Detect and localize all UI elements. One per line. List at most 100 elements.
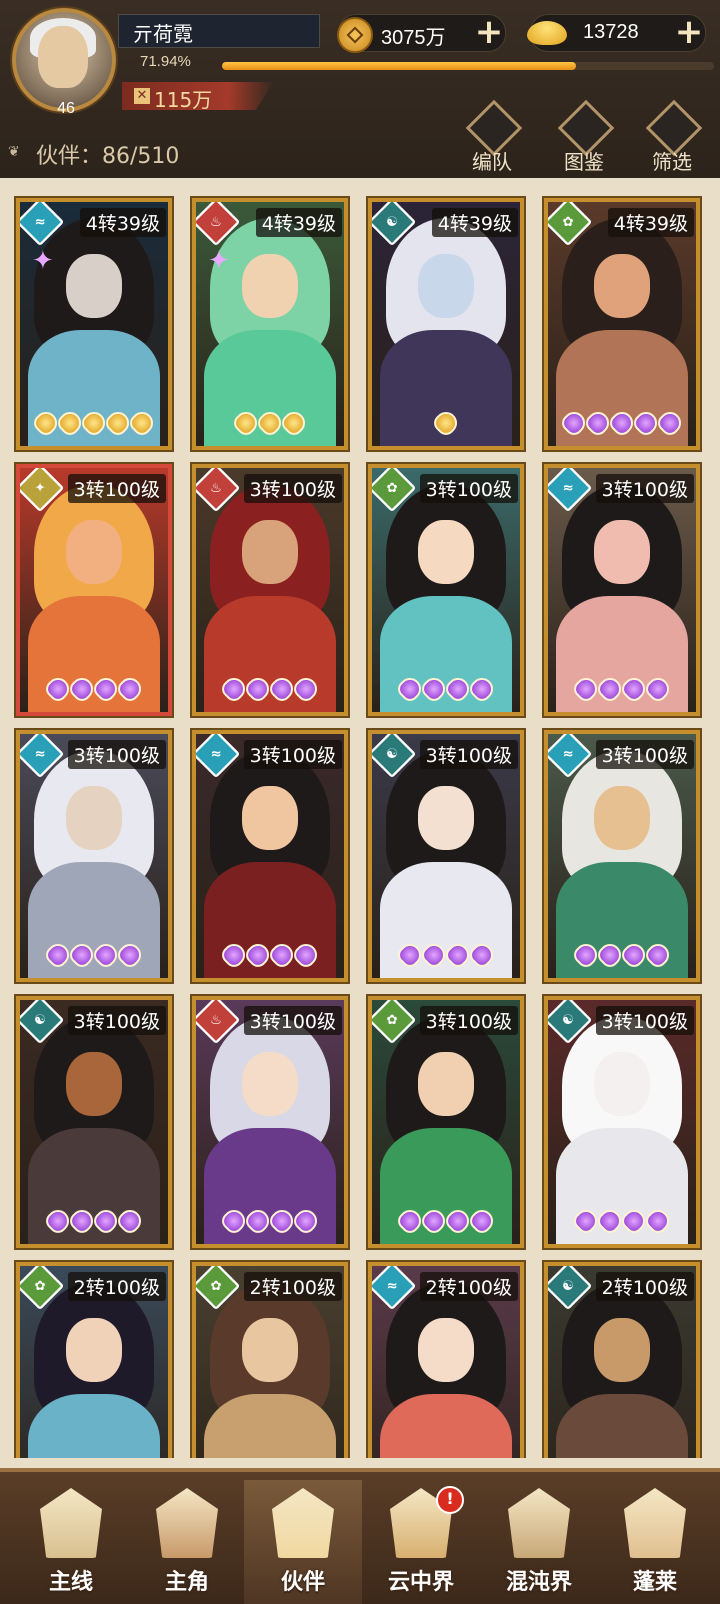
- portrait-face: [594, 520, 650, 584]
- coins-pill: 3075万 +: [337, 14, 507, 53]
- top-header: 46 亓荷霓 71.94% ✕ 115万 3075万 + 13728 + ❦ 伙…: [0, 0, 720, 178]
- tier-level-label: 4转39级: [79, 208, 166, 237]
- nav-tab-icon: [156, 1488, 218, 1558]
- partner-card[interactable]: ♨ 3转100级: [192, 996, 348, 1248]
- portrait-face: [66, 254, 122, 318]
- portrait-face: [594, 254, 650, 318]
- nav-tab-label: 混沌界: [505, 1570, 572, 1595]
- portrait-face: [242, 520, 298, 584]
- partner-card[interactable]: ☯ 2转100级: [544, 1262, 700, 1458]
- tier-level-label: 3转100级: [595, 474, 694, 503]
- portrait-face: [242, 1052, 298, 1116]
- nav-tab-label: 蓬莱: [632, 1570, 677, 1595]
- partner-card[interactable]: ♨ 3转100级: [192, 464, 348, 716]
- team-button[interactable]: 编队: [456, 99, 528, 174]
- partner-card[interactable]: ≈3转100级: [192, 730, 348, 982]
- power-value: 115万: [154, 88, 213, 112]
- portrait-body: [380, 1394, 512, 1458]
- tier-level-label: 4转39级: [607, 208, 694, 237]
- star-rating: [372, 673, 520, 705]
- partner-card[interactable]: ☯ 3转100级: [368, 730, 524, 982]
- nav-tab[interactable]: 混沌界: [480, 1480, 598, 1604]
- filter-button[interactable]: 筛选: [636, 99, 708, 174]
- codex-button[interactable]: 图鉴: [548, 99, 620, 174]
- nav-tab[interactable]: 主线: [12, 1480, 130, 1604]
- sparkle-icon: ✦: [208, 246, 230, 276]
- partner-card[interactable]: ♨ ✦ 4转39级: [192, 198, 348, 450]
- nav-tab[interactable]: 蓬莱: [596, 1480, 714, 1604]
- partner-card[interactable]: ✿ 2转100级: [192, 1262, 348, 1458]
- partner-card[interactable]: ≈3转100级: [16, 730, 172, 982]
- partners-count: 伙伴：86/510: [36, 144, 180, 169]
- nav-tab-label: 云中界: [387, 1570, 454, 1595]
- add-ingots-button[interactable]: +: [671, 15, 707, 51]
- star-rating: [20, 407, 168, 439]
- nav-tab[interactable]: 云中界!: [362, 1480, 480, 1604]
- flame-star-icon: [654, 407, 686, 439]
- star-rating: [548, 673, 696, 705]
- portrait-face: [418, 1318, 474, 1382]
- tier-level-label: 3转100级: [243, 1006, 342, 1035]
- star-rating: [196, 407, 344, 439]
- tier-level-label: 4转39级: [255, 208, 342, 237]
- flame-star-icon: [430, 407, 462, 439]
- nav-tab[interactable]: 伙伴: [244, 1480, 362, 1604]
- player-avatar[interactable]: [12, 8, 116, 112]
- flame-star-icon: [290, 673, 322, 705]
- flame-star-icon: [290, 1205, 322, 1237]
- nav-tab[interactable]: 主角: [128, 1480, 246, 1604]
- tier-level-label: 2转100级: [595, 1272, 694, 1301]
- partner-card[interactable]: ≈ ✦ 4转39级: [16, 198, 172, 450]
- partner-grid: ≈ ✦ 4转39级 ♨ ✦ 4转39级 ☯ 4转39级 ✿ 4转39级 ✦ 3转100级 ♨ 3转100级…: [0, 188, 720, 1458]
- player-name-bar: 亓荷霓: [118, 14, 320, 48]
- star-rating: [20, 1205, 168, 1237]
- portrait-body: [28, 1394, 160, 1458]
- partner-card[interactable]: ≈2转100级: [368, 1262, 524, 1458]
- portrait-face: [66, 786, 122, 850]
- star-rating: [548, 1205, 696, 1237]
- avatar-face: [38, 26, 88, 88]
- flame-star-icon: [466, 1205, 498, 1237]
- portrait-face: [594, 1052, 650, 1116]
- portrait-body: [204, 1394, 336, 1458]
- player-level: 46: [57, 100, 75, 117]
- portrait-face: [418, 1052, 474, 1116]
- nav-tab-label: 主角: [164, 1570, 209, 1595]
- flame-star-icon: [642, 673, 674, 705]
- partner-card[interactable]: ☯ 3转100级: [16, 996, 172, 1248]
- flame-star-icon: [642, 1205, 674, 1237]
- partner-card[interactable]: ✿ 2转100级: [16, 1262, 172, 1458]
- portrait-body: [556, 1394, 688, 1458]
- portrait-face: [242, 786, 298, 850]
- portrait-face: [594, 1318, 650, 1382]
- tier-level-label: 4转39级: [431, 208, 518, 237]
- partner-card[interactable]: ✿ 4转39级: [544, 198, 700, 450]
- nav-tab-icon: [624, 1488, 686, 1558]
- notification-badge-icon: !: [436, 1486, 464, 1514]
- exp-bar: [222, 62, 714, 70]
- filter-label: 筛选: [652, 150, 692, 174]
- partner-card[interactable]: ✦ 3转100级: [16, 464, 172, 716]
- ingots-value: 13728: [583, 21, 639, 43]
- partner-card[interactable]: ≈3转100级: [544, 464, 700, 716]
- flame-star-icon: [290, 939, 322, 971]
- partner-card[interactable]: ✿ 3转100级: [368, 996, 524, 1248]
- nav-tab-icon: [40, 1488, 102, 1558]
- partner-card[interactable]: ≈3转100级: [544, 730, 700, 982]
- ingots-pill: 13728 +: [527, 14, 707, 52]
- tier-level-label: 2转100级: [67, 1272, 166, 1301]
- nav-tab-icon: [508, 1488, 570, 1558]
- partner-card[interactable]: ✿ 3转100级: [368, 464, 524, 716]
- add-coins-button[interactable]: +: [471, 15, 507, 51]
- tier-level-label: 3转100级: [419, 1006, 518, 1035]
- tier-level-label: 3转100级: [67, 474, 166, 503]
- star-rating: [372, 407, 520, 439]
- tier-level-label: 3转100级: [595, 1006, 694, 1035]
- partner-card[interactable]: ☯ 4转39级: [368, 198, 524, 450]
- flame-star-icon: [114, 939, 146, 971]
- partner-card[interactable]: ☯ 3转100级: [544, 996, 700, 1248]
- portrait-face: [66, 1052, 122, 1116]
- star-rating: [196, 673, 344, 705]
- coin-icon: [337, 17, 373, 53]
- portrait-face: [418, 520, 474, 584]
